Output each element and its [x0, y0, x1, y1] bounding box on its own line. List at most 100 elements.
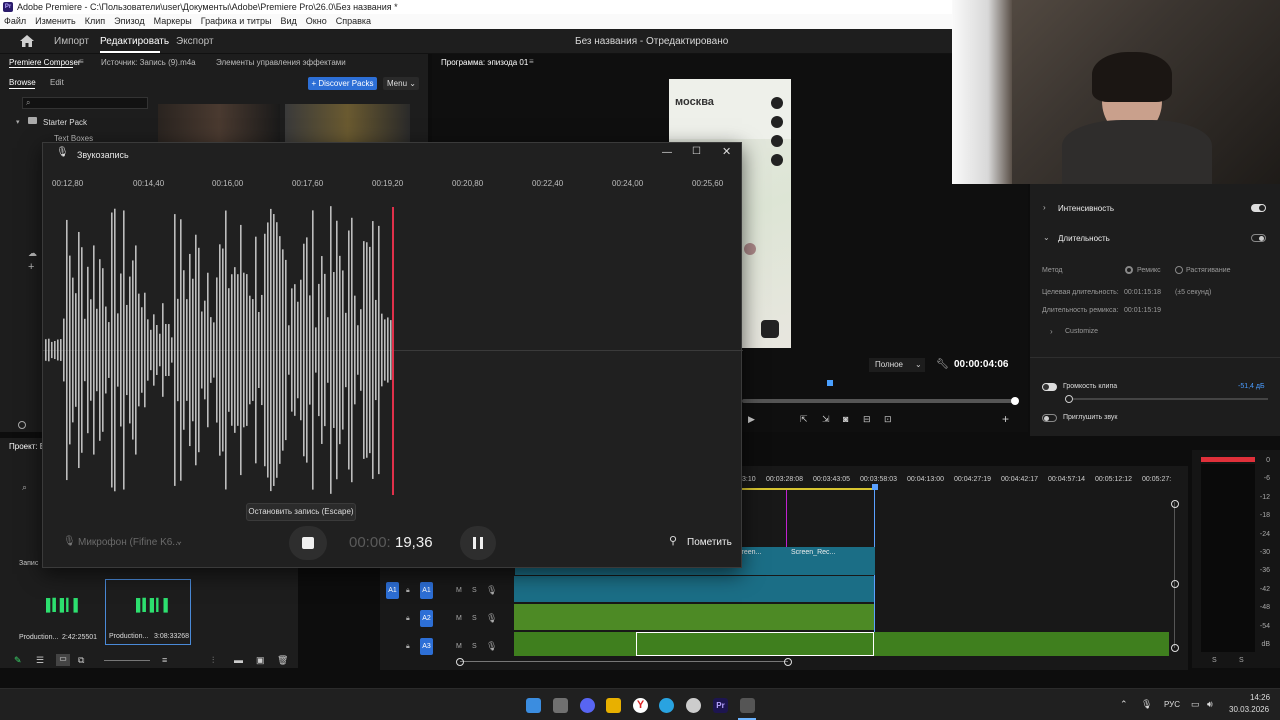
add-icon[interactable]: + — [28, 261, 34, 273]
clip-volume-slider[interactable] — [1070, 398, 1268, 400]
voice-recorder-taskbar-icon[interactable] — [740, 698, 755, 713]
vr-icon[interactable]: ⊡ — [884, 414, 892, 425]
mute-a3[interactable]: M — [456, 643, 462, 650]
microphone-icon[interactable]: 🎙︎ — [486, 613, 497, 624]
trash-icon[interactable]: 🗑︎ — [277, 655, 288, 666]
scroll-handle-right[interactable] — [784, 658, 792, 666]
network-icon[interactable]: ▭ — [1191, 699, 1200, 710]
tab-edit[interactable]: Редактировать — [100, 36, 169, 47]
mute-a1[interactable]: M — [456, 587, 462, 594]
duration-toggle[interactable] — [1251, 234, 1266, 242]
work-area-bar[interactable] — [740, 488, 876, 490]
target-duration-value[interactable]: 00:01:15:18 — [1124, 289, 1161, 296]
cloud-icon[interactable]: ☁ — [28, 248, 37, 259]
compare-icon[interactable]: ⊟ — [863, 414, 871, 425]
timeline-horizontal-scroll[interactable] — [460, 661, 788, 662]
maximize-icon[interactable]: ☐ — [692, 146, 701, 157]
menu-window[interactable]: Окно — [302, 14, 332, 26]
stop-recording-button[interactable] — [289, 526, 327, 560]
menu-edit[interactable]: Изменить — [31, 14, 81, 26]
windows-start-icon[interactable] — [526, 698, 541, 713]
camera-icon[interactable]: ◙ — [843, 414, 848, 424]
wrench-icon[interactable]: 🔧︎ — [936, 359, 949, 370]
play-icon[interactable]: ▶ — [748, 414, 755, 425]
calculator-icon[interactable] — [553, 698, 568, 713]
language-indicator[interactable]: РУС — [1164, 700, 1180, 709]
scrubber-end-handle[interactable] — [1011, 397, 1019, 405]
radio-remix[interactable] — [1125, 266, 1133, 274]
timeline-playhead-handle[interactable] — [872, 484, 878, 490]
audio-clip-a2[interactable] — [514, 604, 874, 630]
audio-clip-a3-selected[interactable] — [636, 632, 874, 656]
new-item-icon[interactable]: ▣ — [256, 655, 265, 666]
discord-icon[interactable] — [580, 698, 595, 713]
subtab-edit[interactable]: Edit — [50, 78, 64, 87]
extract-icon[interactable]: ⇲ — [822, 414, 830, 425]
mark-button[interactable]: Пометить — [687, 537, 732, 548]
search-icon[interactable]: ⌕ — [22, 482, 27, 493]
file-explorer-icon[interactable] — [606, 698, 621, 713]
panel-menu-icon[interactable]: ≡ — [529, 57, 534, 66]
solo-a2[interactable]: S — [472, 615, 477, 622]
radio-stretch[interactable] — [1175, 266, 1183, 274]
chevron-up-icon[interactable]: ⌃ — [1120, 699, 1128, 710]
solo-a1[interactable]: S — [472, 587, 477, 594]
project-item-selected[interactable]: ▌▍▌▎▌ Production... 3:08:33268 — [105, 579, 191, 645]
customize-link[interactable]: Customize — [1065, 328, 1098, 335]
menu-file[interactable]: Файл — [0, 14, 31, 26]
chevron-right-icon[interactable]: › — [1050, 327, 1053, 336]
subtab-browse[interactable]: Browse — [9, 78, 36, 87]
clip-volume-toggle[interactable] — [1042, 383, 1057, 391]
yandex-browser-icon[interactable]: Y — [633, 698, 648, 713]
pause-button[interactable] — [460, 526, 496, 560]
microphone-icon[interactable]: 🎙︎ — [486, 641, 497, 652]
list-view-icon[interactable]: ☰ — [36, 655, 44, 666]
scroll-handle-left[interactable] — [456, 658, 464, 666]
discover-packs-button[interactable]: + Discover Packs — [308, 77, 377, 90]
chatgpt-icon[interactable] — [686, 698, 701, 713]
lock-icon[interactable]: 🔒︎ — [406, 615, 410, 623]
clip-volume-value[interactable]: -51,4 дБ — [1238, 383, 1265, 390]
sort-icon[interactable]: ≡ — [162, 655, 167, 665]
audio-clip-a1[interactable] — [514, 576, 874, 602]
track-a1-label[interactable]: A1 — [420, 582, 433, 599]
chevron-down-icon[interactable]: ⌄ — [175, 536, 183, 547]
microphone-select[interactable]: Микрофон (Fifine K6... — [78, 537, 181, 548]
automate-icon[interactable]: ⫶ — [212, 655, 214, 666]
chevron-down-icon[interactable]: ▾ — [16, 118, 20, 126]
vertical-scroll-handle[interactable] — [1171, 644, 1179, 652]
pencil-icon[interactable]: ✎ — [14, 655, 22, 666]
freeform-view-icon[interactable]: ⧉ — [78, 655, 84, 666]
track-a2-label[interactable]: A2 — [420, 610, 433, 627]
tab-premiere-composer[interactable]: Premiere Composer — [9, 58, 81, 67]
menu-graphics[interactable]: Графика и титры — [197, 14, 277, 26]
composer-search-input[interactable]: ⌕ — [22, 97, 148, 109]
tree-item-starter-pack[interactable]: Starter Pack — [43, 118, 87, 127]
icon-view-icon[interactable]: ▭ — [56, 654, 70, 666]
chevron-down-icon[interactable]: ⌄ — [1043, 233, 1050, 242]
panel-menu-icon[interactable]: ≡ — [79, 57, 84, 66]
tab-source[interactable]: Источник: Запись (9).m4a — [101, 58, 196, 67]
playhead-marker[interactable] — [827, 380, 833, 386]
timeline-vertical-scroll[interactable] — [1174, 502, 1175, 648]
project-item[interactable]: ▌▍▌▎▌ Production... 2:42:25501 — [16, 580, 98, 643]
meter-channel-left[interactable]: S — [1212, 657, 1217, 664]
add-button-icon[interactable]: + — [1002, 412, 1009, 426]
tab-export[interactable]: Экспорт — [176, 36, 214, 47]
pack-thumbnail[interactable] — [285, 104, 410, 144]
vertical-scroll-handle[interactable] — [1171, 580, 1179, 588]
solo-a3[interactable]: S — [472, 643, 477, 650]
volume-icon[interactable]: 🔊︎ — [1207, 699, 1213, 710]
tab-effect-controls[interactable]: Элементы управления эффектами — [216, 58, 346, 67]
clock-date[interactable]: 30.03.2026 — [1229, 705, 1269, 714]
lift-icon[interactable]: ⇱ — [800, 414, 808, 425]
menu-clip[interactable]: Клип — [81, 14, 110, 26]
premiere-taskbar-icon[interactable]: Pr — [713, 698, 728, 713]
program-scrubber[interactable] — [742, 399, 1017, 403]
clock-time[interactable]: 14:26 — [1250, 693, 1270, 702]
zoom-slider-handle[interactable] — [18, 421, 26, 429]
pack-thumbnail[interactable] — [158, 104, 280, 144]
microphone-icon[interactable]: 🎙︎ — [486, 585, 497, 596]
lock-icon[interactable]: 🔒︎ — [406, 643, 410, 651]
mute-a2[interactable]: M — [456, 615, 462, 622]
